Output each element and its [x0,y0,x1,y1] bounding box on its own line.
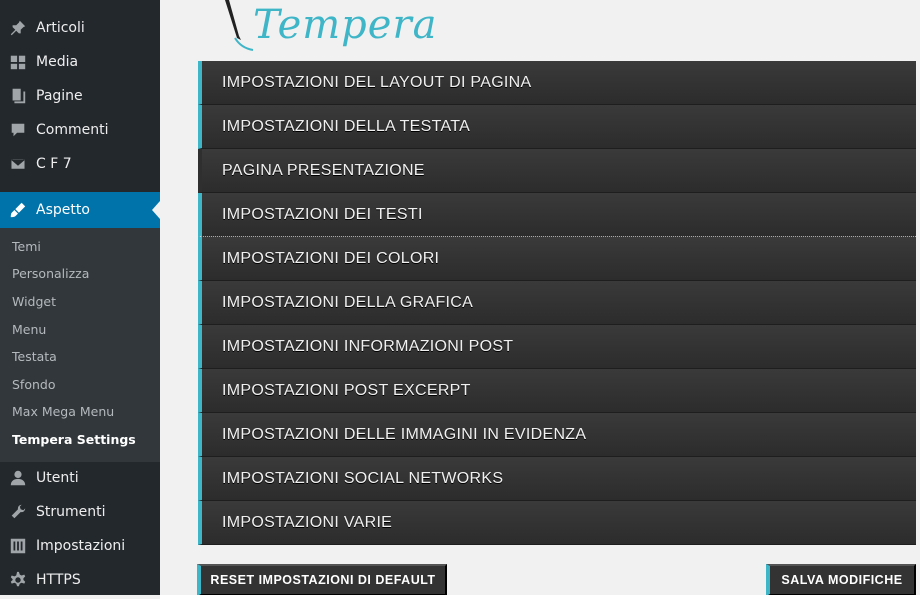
submenu-item-sfondo[interactable]: Sfondo [12,377,56,392]
pin-icon [0,19,36,37]
menu-item-media[interactable]: Media [0,45,160,79]
save-changes-button[interactable]: SALVA MODIFICHE [766,564,916,596]
settings-icon [0,537,36,555]
menu-label-cf7: C F 7 [36,156,72,172]
menu-item-impostazioni[interactable]: Impostazioni [0,529,160,563]
menu-item-commenti[interactable]: Commenti [0,113,160,147]
menu-item-utenti[interactable]: Utenti [0,461,160,495]
panel-colori[interactable]: IMPOSTAZIONI DEI COLORI [198,237,916,281]
comment-icon [0,121,36,139]
panel-informazioni-post[interactable]: IMPOSTAZIONI INFORMAZIONI POST [198,325,916,369]
menu-item-strumenti[interactable]: Strumenti [0,495,160,529]
panel-title: IMPOSTAZIONI POST EXCERPT [222,381,471,399]
submenu-item-temi[interactable]: Temi [12,239,41,254]
panel-social-networks[interactable]: IMPOSTAZIONI SOCIAL NETWORKS [198,457,916,501]
menu-label-commenti: Commenti [36,122,109,138]
submenu-item-menu[interactable]: Menu [12,322,46,337]
menu-label-utenti: Utenti [36,470,79,486]
menu-item-https[interactable]: HTTPS [0,563,160,597]
menu-label-media: Media [36,54,79,70]
panel-title: IMPOSTAZIONI INFORMAZIONI POST [222,337,514,355]
menu-label-aspetto: Aspetto [36,202,90,218]
pages-icon [0,87,36,105]
gear-icon [0,571,36,589]
panel-title: IMPOSTAZIONI DEL LAYOUT DI PAGINA [222,73,532,91]
user-icon [0,469,36,487]
panel-varie[interactable]: IMPOSTAZIONI VARIE [198,501,916,545]
menu-label-articoli: Articoli [36,20,85,36]
panel-title: IMPOSTAZIONI DELLA TESTATA [222,117,471,135]
panel-title: IMPOSTAZIONI DELLE IMMAGINI IN EVIDENZA [222,425,587,443]
reset-defaults-button[interactable]: RESET IMPOSTAZIONI DI DEFAULT [197,564,447,596]
active-arrow [152,201,160,219]
panel-testi[interactable]: IMPOSTAZIONI DEI TESTI [198,193,916,237]
panel-title: IMPOSTAZIONI VARIE [222,513,393,531]
menu-item-articoli[interactable]: Articoli [0,11,160,45]
submenu-aspetto: Temi Personalizza Widget Menu Testata Sf… [0,228,160,462]
panel-immagini-evidenza[interactable]: IMPOSTAZIONI DELLE IMMAGINI IN EVIDENZA [198,413,916,457]
submenu-item-testata[interactable]: Testata [12,349,57,364]
submenu-item-widget[interactable]: Widget [12,294,56,309]
media-icon [0,53,36,71]
panel-title: IMPOSTAZIONI SOCIAL NETWORKS [222,469,504,487]
menu-label-impostazioni: Impostazioni [36,538,126,554]
submenu-item-tempera-settings[interactable]: Tempera Settings [12,432,136,447]
menu-label-pagine: Pagine [36,88,83,104]
menu-label-https: HTTPS [36,572,81,588]
menu-item-pagine[interactable]: Pagine [0,79,160,113]
settings-accordion: IMPOSTAZIONI DEL LAYOUT DI PAGINA IMPOST… [198,61,916,545]
mail-icon [0,155,36,173]
panel-layout[interactable]: IMPOSTAZIONI DEL LAYOUT DI PAGINA [198,61,916,105]
panel-presentazione[interactable]: PAGINA PRESENTAZIONE [198,149,916,193]
panel-post-excerpt[interactable]: IMPOSTAZIONI POST EXCERPT [198,369,916,413]
tempera-logo: Tempera [205,0,436,58]
menu-label-strumenti: Strumenti [36,504,106,520]
submenu-item-max-mega-menu[interactable]: Max Mega Menu [12,404,114,419]
wrench-icon [0,503,36,521]
panel-testata[interactable]: IMPOSTAZIONI DELLA TESTATA [198,105,916,149]
menu-item-aspetto[interactable]: Aspetto [0,192,160,228]
submenu-item-personalizza[interactable]: Personalizza [12,266,89,281]
panel-title: IMPOSTAZIONI DEI COLORI [222,249,440,267]
menu-item-cf7[interactable]: C F 7 [0,147,160,181]
admin-sidebar: Articoli Media Pagine Commenti C F 7 Asp… [0,0,160,595]
panel-title: IMPOSTAZIONI DEI TESTI [222,205,423,223]
bottom-divider [160,595,920,599]
panel-title: PAGINA PRESENTAZIONE [222,161,425,179]
panel-title: IMPOSTAZIONI DELLA GRAFICA [222,293,474,311]
panel-grafica[interactable]: IMPOSTAZIONI DELLA GRAFICA [198,281,916,325]
logo-text: Tempera [253,2,438,48]
brush-icon [0,201,36,219]
